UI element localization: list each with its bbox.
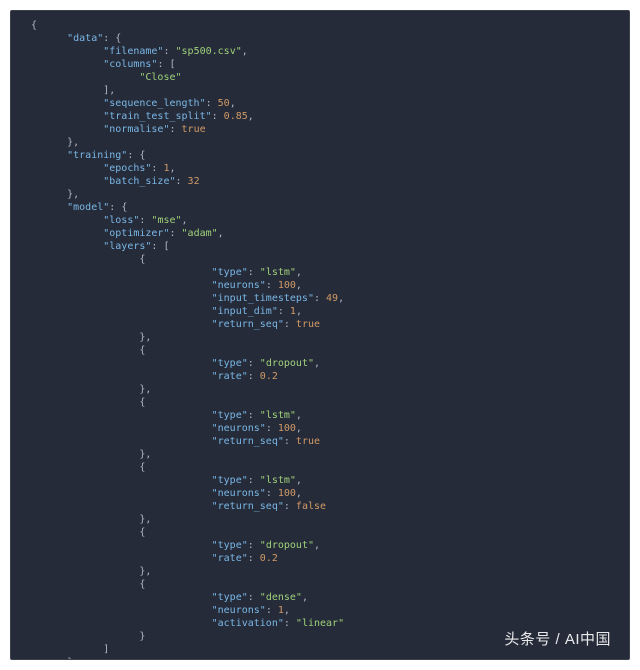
page: { "data": { "filename": "sp500.csv", "co… <box>0 0 640 670</box>
code-content: { "data": { "filename": "sp500.csv", "co… <box>31 19 629 660</box>
watermark-text: 头条号 / AI中国 <box>504 628 611 649</box>
code-editor: { "data": { "filename": "sp500.csv", "co… <box>10 10 630 660</box>
